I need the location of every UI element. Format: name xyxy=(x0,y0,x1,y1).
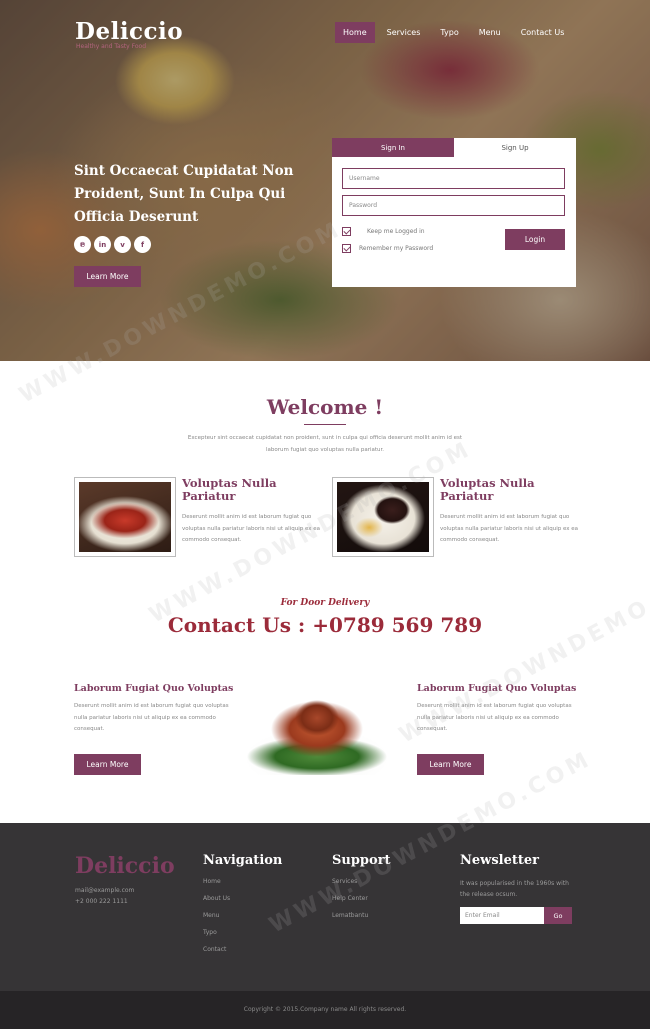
vimeo-icon[interactable]: v xyxy=(114,236,131,253)
footer-support-list: Services Help Center Lematbantu xyxy=(332,878,368,929)
login-panel: Sign In Sign Up Username Password Keep m… xyxy=(332,138,576,287)
welcome-text: Excepteur sint occaecat cupidatat non pr… xyxy=(187,435,463,453)
remember-row: Remember my Password xyxy=(342,244,433,253)
footer-nav-title: Navigation xyxy=(203,853,283,868)
seafood-dish-image xyxy=(244,683,390,775)
footer-support-services[interactable]: Services xyxy=(332,878,368,895)
footer-nav-about[interactable]: About Us xyxy=(203,895,230,912)
footer-nav-list: Home About Us Menu Typo Contact xyxy=(203,878,230,963)
welcome-divider xyxy=(304,424,346,425)
food-photo xyxy=(79,482,171,552)
feature-image[interactable] xyxy=(332,477,434,557)
hero-learn-more-button[interactable]: Learn More xyxy=(74,266,141,287)
copyright-text: Copyright © 2015.Company name All rights… xyxy=(243,1006,407,1013)
footer-nav-menu[interactable]: Menu xyxy=(203,912,230,929)
hero-title: Sint Occaecat Cupidatat Non Proident, Su… xyxy=(74,163,294,225)
info-learn-more-button[interactable]: Learn More xyxy=(417,754,484,775)
tab-sign-in[interactable]: Sign In xyxy=(332,138,454,157)
linkedin-icon[interactable]: in xyxy=(94,236,111,253)
main-nav: Home Services Typo Menu Contact Us xyxy=(335,22,576,43)
footer-support-lematbantu[interactable]: Lematbantu xyxy=(332,912,368,929)
delivery-subtitle: For Door Delivery xyxy=(280,598,370,608)
contact-phone: Contact Us : +0789 569 789 xyxy=(167,613,483,637)
copyright-bar: Copyright © 2015.Company name All rights… xyxy=(0,991,650,1029)
info-column-left: Laborum Fugiat Quo Voluptas Deserunt mol… xyxy=(74,683,234,736)
pinterest-icon[interactable]: ℗ xyxy=(74,236,91,253)
info-learn-more-button[interactable]: Learn More xyxy=(74,754,141,775)
hero-section: Deliccio Healthy and Tasty Food Home Ser… xyxy=(0,0,650,361)
footer-support-title: Support xyxy=(332,853,391,868)
info-title: Laborum Fugiat Quo Voluptas xyxy=(74,683,234,694)
newsletter-text: It was popularised in the 1960s with the… xyxy=(460,880,569,898)
keep-logged-label: Keep me Logged in xyxy=(367,228,425,235)
footer-nav-typo[interactable]: Typo xyxy=(203,929,230,946)
feature-card: Voluptas Nulla Pariatur Deserunt mollit … xyxy=(74,477,324,557)
footer-contact: mail@example.com +2 000 222 1111 xyxy=(75,885,134,907)
info-text: Deserunt mollit anim id est laborum fugi… xyxy=(74,703,229,732)
newsletter-email-input[interactable]: Enter Email xyxy=(460,907,544,924)
feature-title: Voluptas Nulla Pariatur xyxy=(182,476,277,503)
welcome-title: Welcome ! xyxy=(266,395,384,419)
feature-text: Deserunt mollit anim id est laborum fugi… xyxy=(440,514,579,543)
site-tagline: Healthy and Tasty Food xyxy=(76,43,147,50)
info-column-right: Laborum Fugiat Quo Voluptas Deserunt mol… xyxy=(417,683,577,736)
info-title: Laborum Fugiat Quo Voluptas xyxy=(417,683,577,694)
feature-text: Deserunt mollit anim id est laborum fugi… xyxy=(182,514,321,543)
username-input[interactable]: Username xyxy=(342,168,565,189)
footer: Deliccio mail@example.com +2 000 222 111… xyxy=(0,823,650,991)
nav-item-services[interactable]: Services xyxy=(379,22,429,43)
nav-item-menu[interactable]: Menu xyxy=(471,22,509,43)
nav-item-typo[interactable]: Typo xyxy=(432,22,466,43)
footer-nav-home[interactable]: Home xyxy=(203,878,230,895)
password-input[interactable]: Password xyxy=(342,195,565,216)
footer-support-help[interactable]: Help Center xyxy=(332,895,368,912)
nav-item-home[interactable]: Home xyxy=(335,22,375,43)
nav-item-contact[interactable]: Contact Us xyxy=(513,22,573,43)
keep-logged-checkbox[interactable] xyxy=(342,227,351,236)
remember-checkbox[interactable] xyxy=(342,244,351,253)
remember-label: Remember my Password xyxy=(359,245,434,252)
feature-title: Voluptas Nulla Pariatur xyxy=(440,476,535,503)
tab-sign-up[interactable]: Sign Up xyxy=(454,138,576,157)
site-logo[interactable]: Deliccio xyxy=(75,18,183,45)
keep-logged-row: Keep me Logged in xyxy=(342,227,425,236)
info-text: Deserunt mollit anim id est laborum fugi… xyxy=(417,703,572,732)
login-tabs: Sign In Sign Up xyxy=(332,138,576,157)
feature-image[interactable] xyxy=(74,477,176,557)
feature-card: Voluptas Nulla Pariatur Deserunt mollit … xyxy=(332,477,582,557)
footer-phone: +2 000 222 1111 xyxy=(75,898,128,905)
food-photo xyxy=(337,482,429,552)
footer-newsletter-title: Newsletter xyxy=(460,853,540,868)
login-button[interactable]: Login xyxy=(505,229,565,250)
footer-logo[interactable]: Deliccio xyxy=(75,853,175,879)
facebook-icon[interactable]: f xyxy=(134,236,151,253)
footer-email[interactable]: mail@example.com xyxy=(75,885,134,896)
newsletter-go-button[interactable]: Go xyxy=(544,907,572,924)
footer-nav-contact[interactable]: Contact xyxy=(203,946,230,963)
social-links: ℗ in v f xyxy=(74,236,154,253)
